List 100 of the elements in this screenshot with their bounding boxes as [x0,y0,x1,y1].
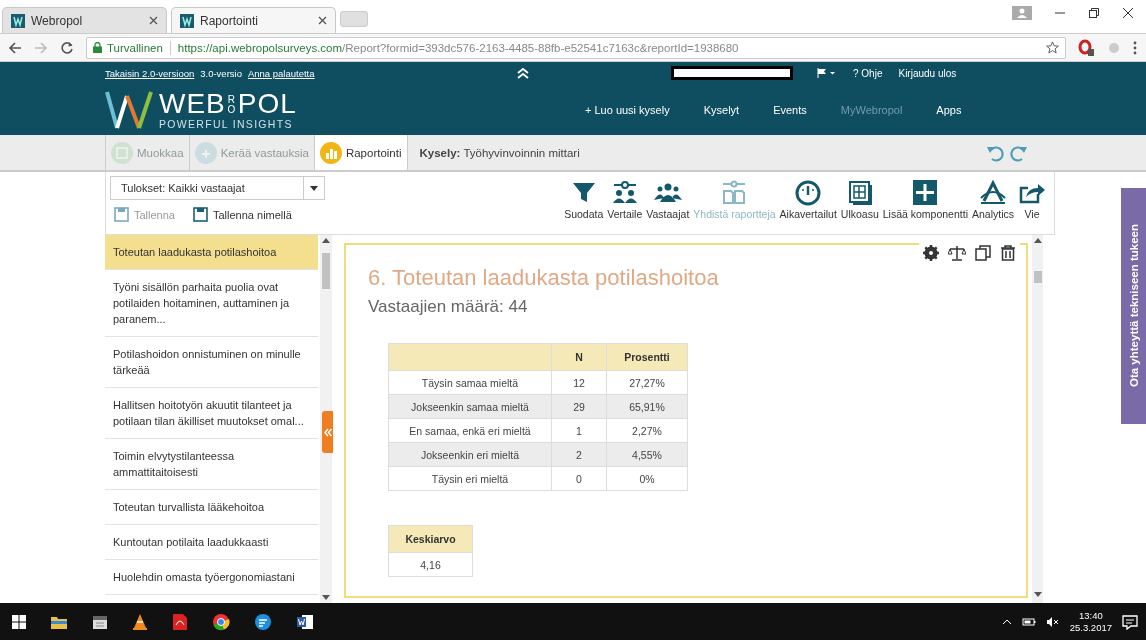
copy-icon[interactable] [975,245,991,261]
menu-icon[interactable] [1132,40,1138,55]
logo-mark-icon [105,89,153,130]
star-icon[interactable] [1046,41,1059,54]
question-item[interactable]: Toteutan laadukasta potilashoitoa [105,235,318,270]
collapse-sidebar-button[interactable] [322,411,333,453]
redo-icon[interactable] [1009,143,1027,162]
table-cell: 29 [551,394,607,419]
table-cell: Täysin eri mieltä [388,466,552,491]
scroll-down-icon[interactable] [1033,592,1042,597]
question-item[interactable]: Toimin elvytystilanteessa ammattitaitoisesti [105,439,318,490]
analytics-button[interactable]: Analytics [972,172,1014,234]
floppy-icon [193,207,208,222]
trash-icon[interactable] [1000,245,1016,261]
table-cell: 65,91% [606,394,688,419]
collapse-icon[interactable] [517,67,529,79]
bar-chart-icon [319,141,342,164]
layout-button[interactable]: Ulkoasu [840,172,879,234]
reload-icon[interactable] [60,40,74,55]
support-tab[interactable]: Ota yhteyttä tekniseen tukeen [1121,188,1146,424]
double-chevron-icon [323,427,332,437]
table-cell: 0 [551,466,607,491]
document-icon[interactable] [172,612,188,631]
question-item[interactable]: Toteutan turvallista lääkehoitoa [105,490,318,525]
chevron-up-icon[interactable] [1001,618,1012,625]
back-icon[interactable] [8,40,22,55]
export-button[interactable]: Vie [1018,172,1046,234]
edit-icon [111,141,133,164]
help-link[interactable]: ? Ohje [853,67,883,79]
browser-icon[interactable] [212,612,230,631]
windows-icon[interactable] [12,614,26,629]
word-icon[interactable] [296,613,314,630]
filter-button[interactable]: Suodata [564,172,604,234]
column-header: Keskiarvo [388,525,473,553]
table-cell: 0% [606,466,688,491]
extension-icon[interactable] [1078,38,1096,57]
question-item[interactable]: Huolehdin omasta työergonomiastani [105,560,318,595]
app-icon[interactable] [254,612,272,631]
header-link[interactable]: Anna palautetta [247,67,315,79]
nav-link[interactable]: + Luo uusi kysely [585,103,670,116]
close-icon[interactable] [149,16,158,25]
respondents-button[interactable]: Vastaajat [646,172,690,234]
collect-icon [194,141,217,164]
close-icon[interactable] [1122,7,1134,19]
question-title: 6. Toteutan laadukasta potilashoitoa [368,265,720,291]
nav-link[interactable]: Events [773,103,807,116]
restore-icon[interactable] [1088,7,1100,19]
close-icon[interactable] [318,16,327,25]
calendar-icon[interactable] [92,613,108,630]
people-slider-icon [610,180,639,206]
gauge-icon [794,180,823,206]
scroll-thumb[interactable] [322,253,330,289]
browser-tab[interactable]: Raportointi [171,7,336,33]
table-cell: Jokseenkin eri mieltä [388,442,552,467]
curve-icon [979,180,1007,206]
column-header: N [551,343,607,371]
cone-icon[interactable] [132,612,148,631]
logo-tagline: POWERFUL INSIGHTS [159,117,294,130]
clock-time: 13:40 [1078,609,1103,622]
undo-icon[interactable] [987,143,1005,162]
scroll-up-icon[interactable] [1033,238,1042,243]
table-cell: 12 [551,370,607,395]
question-item[interactable]: Potilashoidon onnistuminen on minulle tärkeää [105,337,318,388]
time-compare-button[interactable]: Aikavertailut [779,172,837,234]
scale-icon[interactable] [948,245,966,261]
plus-icon [911,180,940,206]
nav-link[interactable]: Kyselyt [703,103,740,116]
column-header: Prosentti [606,343,688,371]
table-cell: 27,27% [606,370,688,395]
scroll-down-icon[interactable] [322,595,330,600]
w-logo-icon [11,13,25,28]
speaker-muted-icon[interactable] [1045,616,1060,627]
clock-date: 25.3.2017 [1069,621,1112,634]
battery-icon[interactable] [1021,616,1036,627]
respondent-count: Vastaajien määrä: 44 [368,297,529,317]
scroll-up-icon[interactable] [322,238,330,243]
w-logo-icon [180,13,194,28]
table-cell: 4,16 [388,552,473,577]
floppy-icon [114,207,129,222]
question-item[interactable]: Kuntoutan potilaita laadukkaasti [105,525,318,560]
address-field[interactable]: Turvallinen https://api.webropolsurveys.com/Report?formid=393dc576-2163-4485-88fb-e52541c7163c&reportId=1938680 [86,36,1066,59]
logout-link[interactable]: Kirjaudu ulos [898,67,957,79]
question-item[interactable]: Hallitsen hoitotyön akuutit tilanteet ja potilaan tilan äkilliset muutokset omal... [105,388,318,439]
table-cell: En samaa, enkä eri mieltä [388,418,552,443]
results-select[interactable]: Tulokset: Kaikki vastaajat [110,176,325,200]
scroll-thumb[interactable] [1033,271,1042,283]
browser-tab[interactable]: Webropol [2,7,167,33]
scrollbar[interactable] [320,235,332,603]
notification-icon[interactable] [1122,613,1138,630]
flag-icon[interactable] [817,68,837,78]
add-component-button[interactable]: Lisää komponentti [882,172,968,234]
report-step[interactable]: Raportointi [314,135,408,170]
table-cell: Jokseenkin samaa mieltä [388,394,552,419]
compare-button[interactable]: Vertaile [607,172,643,234]
nav-link[interactable]: Apps [936,103,962,116]
question-item[interactable]: Työni sisällön parhaita puolia ovat potilaiden hoitaminen, auttaminen ja paranem... [105,270,318,337]
scrollbar[interactable] [1032,235,1043,603]
header-link[interactable]: Takaisin 2.0-versioon [105,67,195,79]
settings-icon[interactable] [923,245,939,261]
save-button[interactable]: Tallenna nimellä [193,207,292,222]
